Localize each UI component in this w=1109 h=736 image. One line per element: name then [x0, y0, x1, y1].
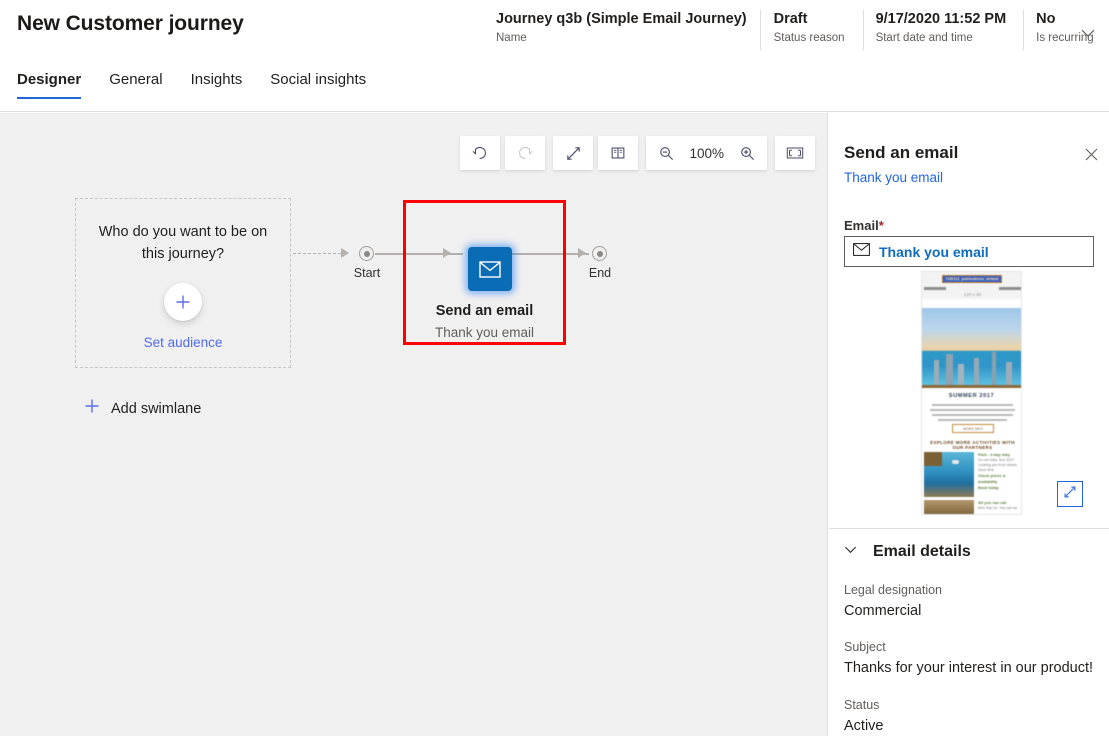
fit-to-screen-icon[interactable] [776, 137, 814, 169]
envelope-icon [853, 242, 870, 261]
email-field-label: Email* [844, 218, 884, 233]
email-lookup-field[interactable]: Thank you email [844, 236, 1094, 267]
expand-preview-button[interactable] [1057, 481, 1083, 507]
email-preview-thumbnail[interactable]: 7180111_publications_default 120 x 60 SU… [921, 271, 1022, 515]
panel-divider [829, 528, 1109, 529]
set-audience-link[interactable]: Set audience [144, 335, 223, 350]
detail-label: Legal designation [844, 583, 942, 597]
redo-icon[interactable] [506, 137, 544, 169]
header-field-status-reason: Draft Status reason [774, 10, 864, 50]
header-field-name-label: Name [496, 32, 527, 44]
panel-title: Send an email [844, 143, 959, 162]
preview-hero-image [922, 308, 1021, 406]
detail-value: Commercial [844, 603, 922, 619]
add-swimlane-button[interactable]: Add swimlane [84, 398, 201, 419]
expand-diagonal-icon[interactable] [554, 137, 592, 169]
required-marker: * [878, 218, 884, 233]
plus-icon [84, 398, 100, 419]
zoom-out-icon[interactable] [647, 137, 685, 169]
preview-title-bar-text: 7180111_publications_default [945, 277, 999, 281]
preview-card1-line3: Check prices & availability [978, 474, 1006, 484]
journey-designer-canvas[interactable]: 100% Who do you want to be on this journ… [0, 113, 828, 736]
tile-subtitle: Thank you email [434, 325, 535, 340]
redo-group [505, 136, 546, 170]
preview-card1-text: Park - 3-day stay Do not miss, Sun 2017 … [978, 452, 1021, 491]
header-field-start-date-value: 9/17/2020 11:52 PM [875, 11, 1007, 27]
preview-card2-line1: Mon Sep 01, You can be [978, 506, 1018, 510]
tab-designer[interactable]: Designer [17, 70, 82, 99]
end-node-label: End [588, 266, 612, 280]
detail-row-subject: Subject Thanks for your interest in our … [844, 638, 1093, 679]
tile-title: Send an email [435, 303, 534, 319]
preview-title-bar: 7180111_publications_default [942, 275, 1002, 283]
header-field-status-reason-value: Draft [773, 11, 808, 27]
preview-dimension-text: 120 x 60 [963, 292, 982, 297]
email-lookup-value: Thank you email [879, 243, 989, 260]
detail-label: Subject [844, 640, 886, 654]
expand-diagonal-icon [1062, 484, 1078, 505]
start-node-label: Start [353, 266, 381, 280]
send-email-tile[interactable] [468, 247, 512, 291]
connector-dashed-to-start [293, 253, 341, 254]
header-field-group: Journey q3b (Simple Email Journey) Name … [496, 10, 1109, 50]
minimap-icon[interactable] [599, 137, 637, 169]
tab-general[interactable]: General [109, 70, 162, 99]
zoom-in-icon[interactable] [728, 137, 766, 169]
page-title: New Customer journey [17, 12, 244, 35]
preview-headline: SUMMER 2017 [948, 393, 995, 399]
chevron-down-icon[interactable] [1075, 20, 1101, 46]
arrow-to-start-icon [341, 248, 349, 258]
header-field-name-value: Journey q3b (Simple Email Journey) [496, 11, 747, 27]
preview-card1-line2: Looking you from dream, Save time [978, 463, 1018, 472]
preview-spacer [922, 299, 1021, 308]
canvas-toolbar: 100% [460, 136, 815, 170]
preview-cta-text: MORE INFO [962, 427, 984, 431]
app-header: New Customer journey Journey q3b (Simple… [0, 0, 1109, 62]
plus-icon[interactable] [164, 283, 202, 321]
preview-header-area: 7180111_publications_default 120 x 60 [922, 272, 1021, 299]
email-field-label-text: Email [844, 218, 879, 233]
end-node[interactable] [592, 246, 607, 261]
panel-subtitle-link[interactable]: Thank you email [844, 170, 943, 185]
tab-bar: Designer General Insights Social insight… [0, 70, 1109, 112]
email-details-section-header[interactable]: Email details [843, 542, 971, 562]
zoom-level-label: 100% [689, 145, 724, 161]
swimlane-question: Who do you want to be on this journey? [98, 224, 268, 262]
preview-card2-text: All you can eat Mon Sep 01, You can be [978, 500, 1021, 511]
detail-label: Status [844, 698, 880, 712]
close-icon[interactable] [1080, 143, 1102, 165]
undo-icon[interactable] [461, 137, 499, 169]
zoom-group: 100% [646, 136, 767, 170]
email-details-heading: Email details [873, 543, 971, 560]
properties-panel: Send an email Thank you email Email* Tha… [829, 113, 1109, 736]
start-node[interactable] [359, 246, 374, 261]
fit-group [775, 136, 815, 170]
preview-card2-image [924, 500, 974, 514]
header-field-start-date-label: Start date and time [875, 32, 973, 44]
preview-card1-image [924, 452, 974, 497]
detail-value: Thanks for your interest in our product! [844, 660, 1094, 676]
preview-section-title: EXPLORE MORE ACTIVITIES WITH OUR PARTNER… [930, 440, 1015, 450]
preview-card1-line4: Book today [978, 486, 999, 490]
chevron-down-icon [843, 542, 858, 562]
envelope-icon [479, 260, 501, 278]
selected-tile-highlight: Send an email Thank you email [403, 200, 566, 345]
arrow-to-end-icon [578, 248, 586, 258]
header-field-start-date: 9/17/2020 11:52 PM Start date and time [876, 10, 1025, 50]
detail-value: Active [844, 718, 884, 734]
detail-row-legal-designation: Legal designation Commercial [844, 581, 942, 622]
swimlane-audience[interactable]: Who do you want to be on this journey? S… [75, 198, 291, 368]
detail-row-status: Status Active [844, 696, 884, 736]
header-field-status-reason-label: Status reason [773, 32, 845, 44]
expand-group [553, 136, 594, 170]
tab-social-insights[interactable]: Social insights [270, 70, 366, 99]
tab-insights[interactable]: Insights [191, 70, 243, 99]
undo-redo-group [460, 136, 501, 170]
header-field-name: Journey q3b (Simple Email Journey) Name [496, 10, 761, 50]
preview-cta-button: MORE INFO [952, 424, 994, 433]
add-swimlane-label: Add swimlane [111, 400, 202, 417]
minimap-group [598, 136, 639, 170]
